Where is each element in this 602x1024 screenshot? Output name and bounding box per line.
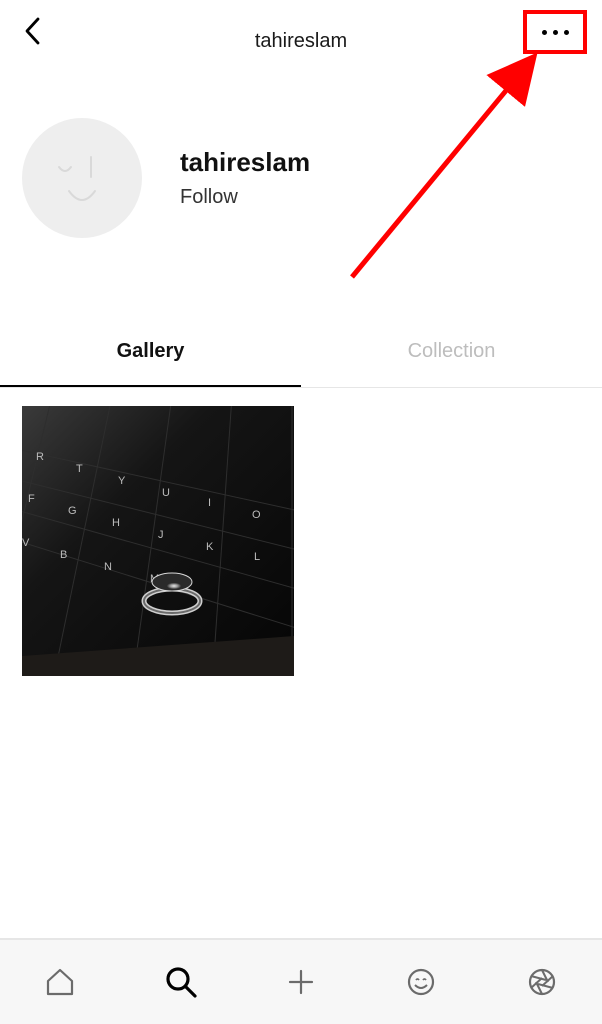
svg-text:H: H <box>112 517 120 529</box>
profile-username: tahireslam <box>180 147 310 178</box>
gallery-grid: RTY UIO FGH JKL VBN M <box>22 406 294 676</box>
svg-text:B: B <box>60 549 67 561</box>
svg-text:K: K <box>206 541 214 553</box>
tab-gallery[interactable]: Gallery <box>0 322 301 387</box>
avatar[interactable] <box>22 118 142 238</box>
plus-icon <box>285 966 317 998</box>
profile-tabs: Gallery Collection <box>0 322 602 388</box>
nav-settings[interactable] <box>520 960 564 1004</box>
nav-reactions[interactable] <box>399 960 443 1004</box>
smile-icon <box>405 966 437 998</box>
ellipsis-icon <box>542 30 569 35</box>
svg-text:U: U <box>162 487 170 499</box>
svg-text:Y: Y <box>118 475 126 487</box>
gallery-thumbnail-image: RTY UIO FGH JKL VBN M <box>22 406 294 676</box>
more-options-button[interactable] <box>523 10 587 54</box>
follow-button[interactable]: Follow <box>180 186 310 209</box>
gallery-item[interactable]: RTY UIO FGH JKL VBN M <box>22 406 294 676</box>
back-button[interactable] <box>18 16 48 46</box>
profile-text: tahireslam Follow <box>180 147 310 209</box>
avatar-placeholder-icon <box>47 143 117 213</box>
svg-text:I: I <box>208 497 211 509</box>
search-icon <box>163 964 199 1000</box>
chevron-left-icon <box>24 17 42 45</box>
annotation-arrow <box>330 52 580 292</box>
nav-add[interactable] <box>279 960 323 1004</box>
nav-home[interactable] <box>38 960 82 1004</box>
aperture-icon <box>526 966 558 998</box>
home-icon <box>44 966 76 998</box>
svg-text:V: V <box>22 537 30 549</box>
svg-text:L: L <box>254 551 260 563</box>
page-title: tahireslam <box>0 10 602 53</box>
app-screen: tahireslam tahireslam Follow <box>0 0 602 1024</box>
svg-text:T: T <box>76 463 83 475</box>
svg-text:G: G <box>68 505 77 517</box>
svg-text:R: R <box>36 451 44 463</box>
bottom-nav <box>0 938 602 1024</box>
nav-search[interactable] <box>159 960 203 1004</box>
svg-text:F: F <box>28 493 35 505</box>
tab-collection[interactable]: Collection <box>301 322 602 387</box>
top-bar: tahireslam <box>0 0 602 62</box>
svg-text:O: O <box>252 509 261 521</box>
profile-section: tahireslam Follow <box>22 118 310 238</box>
svg-text:J: J <box>158 529 164 541</box>
svg-text:N: N <box>104 561 112 573</box>
